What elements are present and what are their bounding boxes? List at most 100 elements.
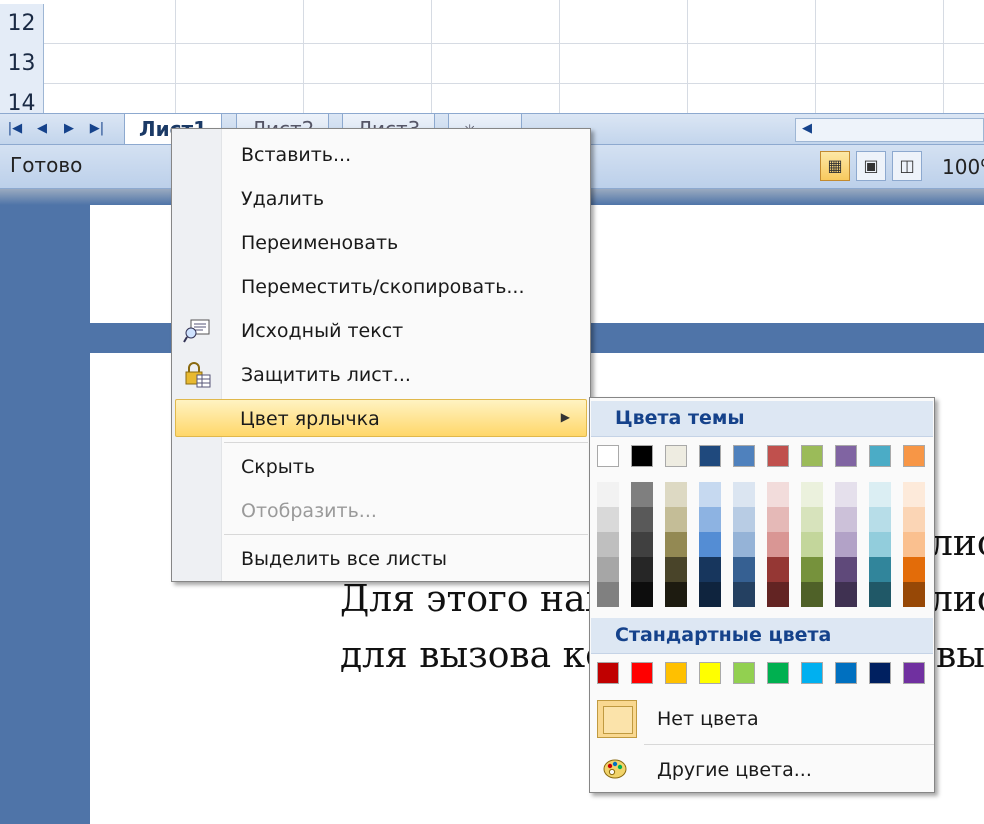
theme-shade-swatch[interactable] <box>699 582 721 607</box>
more-colors-option[interactable]: Другие цвета... <box>591 747 933 793</box>
theme-shade-swatch[interactable] <box>665 582 687 607</box>
theme-shade-swatch[interactable] <box>631 482 653 507</box>
theme-shade-swatch[interactable] <box>767 507 789 532</box>
theme-shade-swatch[interactable] <box>835 507 857 532</box>
standard-color-swatch[interactable] <box>699 662 721 684</box>
theme-shade-swatch[interactable] <box>869 482 891 507</box>
standard-color-swatch[interactable] <box>869 662 891 684</box>
row-header[interactable]: 13 <box>0 44 44 84</box>
theme-shade-swatch[interactable] <box>597 507 619 532</box>
menu-item-rename[interactable]: Переименовать <box>173 224 589 262</box>
theme-shade-swatch[interactable] <box>631 532 653 557</box>
theme-shade-swatch[interactable] <box>733 507 755 532</box>
theme-shade-swatch[interactable] <box>665 482 687 507</box>
theme-shade-swatch[interactable] <box>801 482 823 507</box>
theme-color-swatch[interactable] <box>699 445 721 467</box>
theme-shade-swatch[interactable] <box>835 532 857 557</box>
theme-color-swatch[interactable] <box>903 445 925 467</box>
document-text-line1: Для этого наж <box>340 579 619 620</box>
first-sheet-button[interactable]: |◀ <box>6 120 24 138</box>
theme-shade-swatch[interactable] <box>869 557 891 582</box>
standard-color-swatch[interactable] <box>767 662 789 684</box>
standard-color-swatch[interactable] <box>835 662 857 684</box>
menu-item-select-all-sheets[interactable]: Выделить все листы <box>173 540 589 578</box>
theme-shade-swatch[interactable] <box>869 507 891 532</box>
theme-colors-heading: Цвета темы <box>591 401 933 437</box>
page-break-view-button[interactable]: ◫ <box>892 151 922 181</box>
standard-colors-heading: Стандартные цвета <box>591 618 933 654</box>
theme-shade-swatch[interactable] <box>733 582 755 607</box>
theme-shade-swatch[interactable] <box>733 482 755 507</box>
theme-shade-swatch[interactable] <box>631 507 653 532</box>
menu-item-move-copy[interactable]: Переместить/скопировать... <box>173 268 589 306</box>
theme-shade-swatch[interactable] <box>699 507 721 532</box>
prev-sheet-button[interactable]: ◀ <box>33 120 51 138</box>
last-sheet-button[interactable]: ▶| <box>88 120 106 138</box>
no-color-option[interactable]: Нет цвета <box>591 696 933 742</box>
theme-color-swatch[interactable] <box>869 445 891 467</box>
theme-color-swatch[interactable] <box>631 445 653 467</box>
menu-item-hide[interactable]: Скрыть <box>173 448 589 486</box>
column-gridline <box>175 0 176 113</box>
more-colors-label: Другие цвета... <box>657 759 812 781</box>
theme-shade-swatch[interactable] <box>665 532 687 557</box>
theme-shade-swatch[interactable] <box>767 532 789 557</box>
theme-shade-swatch[interactable] <box>903 507 925 532</box>
theme-shade-swatch[interactable] <box>597 582 619 607</box>
scroll-left-icon[interactable]: ◀ <box>802 121 812 136</box>
theme-color-swatch[interactable] <box>597 445 619 467</box>
theme-shade-swatch[interactable] <box>699 482 721 507</box>
theme-shade-swatch[interactable] <box>903 557 925 582</box>
theme-shade-swatch[interactable] <box>699 557 721 582</box>
theme-shade-swatch[interactable] <box>903 532 925 557</box>
standard-color-swatch[interactable] <box>631 662 653 684</box>
standard-color-swatch[interactable] <box>597 662 619 684</box>
theme-shade-swatch[interactable] <box>631 557 653 582</box>
theme-shade-swatch[interactable] <box>835 482 857 507</box>
theme-shade-swatch[interactable] <box>835 582 857 607</box>
theme-shade-swatch[interactable] <box>767 557 789 582</box>
theme-shade-swatch[interactable] <box>733 532 755 557</box>
theme-shade-swatch[interactable] <box>665 507 687 532</box>
page-layout-view-button[interactable]: ▣ <box>856 151 886 181</box>
lock-sheet-icon <box>183 362 211 388</box>
theme-shade-swatch[interactable] <box>903 482 925 507</box>
standard-color-swatch[interactable] <box>733 662 755 684</box>
theme-shade-swatch[interactable] <box>801 532 823 557</box>
theme-shade-swatch[interactable] <box>767 482 789 507</box>
horizontal-scrollbar[interactable]: ◀ <box>795 118 984 142</box>
theme-shade-swatch[interactable] <box>869 582 891 607</box>
menu-item-delete[interactable]: Удалить <box>173 180 589 218</box>
next-sheet-button[interactable]: ▶ <box>60 120 78 138</box>
standard-color-swatch[interactable] <box>903 662 925 684</box>
theme-shade-swatch[interactable] <box>801 582 823 607</box>
menu-item-protect-sheet[interactable]: Защитить лист... <box>173 356 589 394</box>
theme-shade-swatch[interactable] <box>801 507 823 532</box>
theme-shade-swatch[interactable] <box>733 557 755 582</box>
theme-color-swatch[interactable] <box>665 445 687 467</box>
theme-color-swatch[interactable] <box>733 445 755 467</box>
theme-shade-swatch[interactable] <box>665 557 687 582</box>
theme-shade-swatch[interactable] <box>597 557 619 582</box>
theme-shade-swatch[interactable] <box>869 532 891 557</box>
theme-shade-swatch[interactable] <box>801 557 823 582</box>
standard-color-swatch[interactable] <box>665 662 687 684</box>
theme-color-swatch[interactable] <box>767 445 789 467</box>
standard-color-swatch[interactable] <box>801 662 823 684</box>
theme-shade-swatch[interactable] <box>699 532 721 557</box>
theme-shade-swatch[interactable] <box>597 532 619 557</box>
row-header[interactable]: 12 <box>0 4 44 44</box>
menu-separator <box>224 442 588 443</box>
menu-item-view-code[interactable]: Исходный текст <box>173 312 589 350</box>
zoom-level[interactable]: 100% <box>942 155 984 179</box>
theme-shade-swatch[interactable] <box>903 582 925 607</box>
theme-color-swatch[interactable] <box>801 445 823 467</box>
menu-item-tab-color[interactable]: Цвет ярлычка ▶ <box>175 399 587 437</box>
theme-shade-swatch[interactable] <box>631 582 653 607</box>
menu-item-insert[interactable]: Вставить... <box>173 136 589 174</box>
theme-shade-swatch[interactable] <box>767 582 789 607</box>
theme-shade-swatch[interactable] <box>597 482 619 507</box>
normal-view-button[interactable]: ▦ <box>820 151 850 181</box>
theme-color-swatch[interactable] <box>835 445 857 467</box>
theme-shade-swatch[interactable] <box>835 557 857 582</box>
